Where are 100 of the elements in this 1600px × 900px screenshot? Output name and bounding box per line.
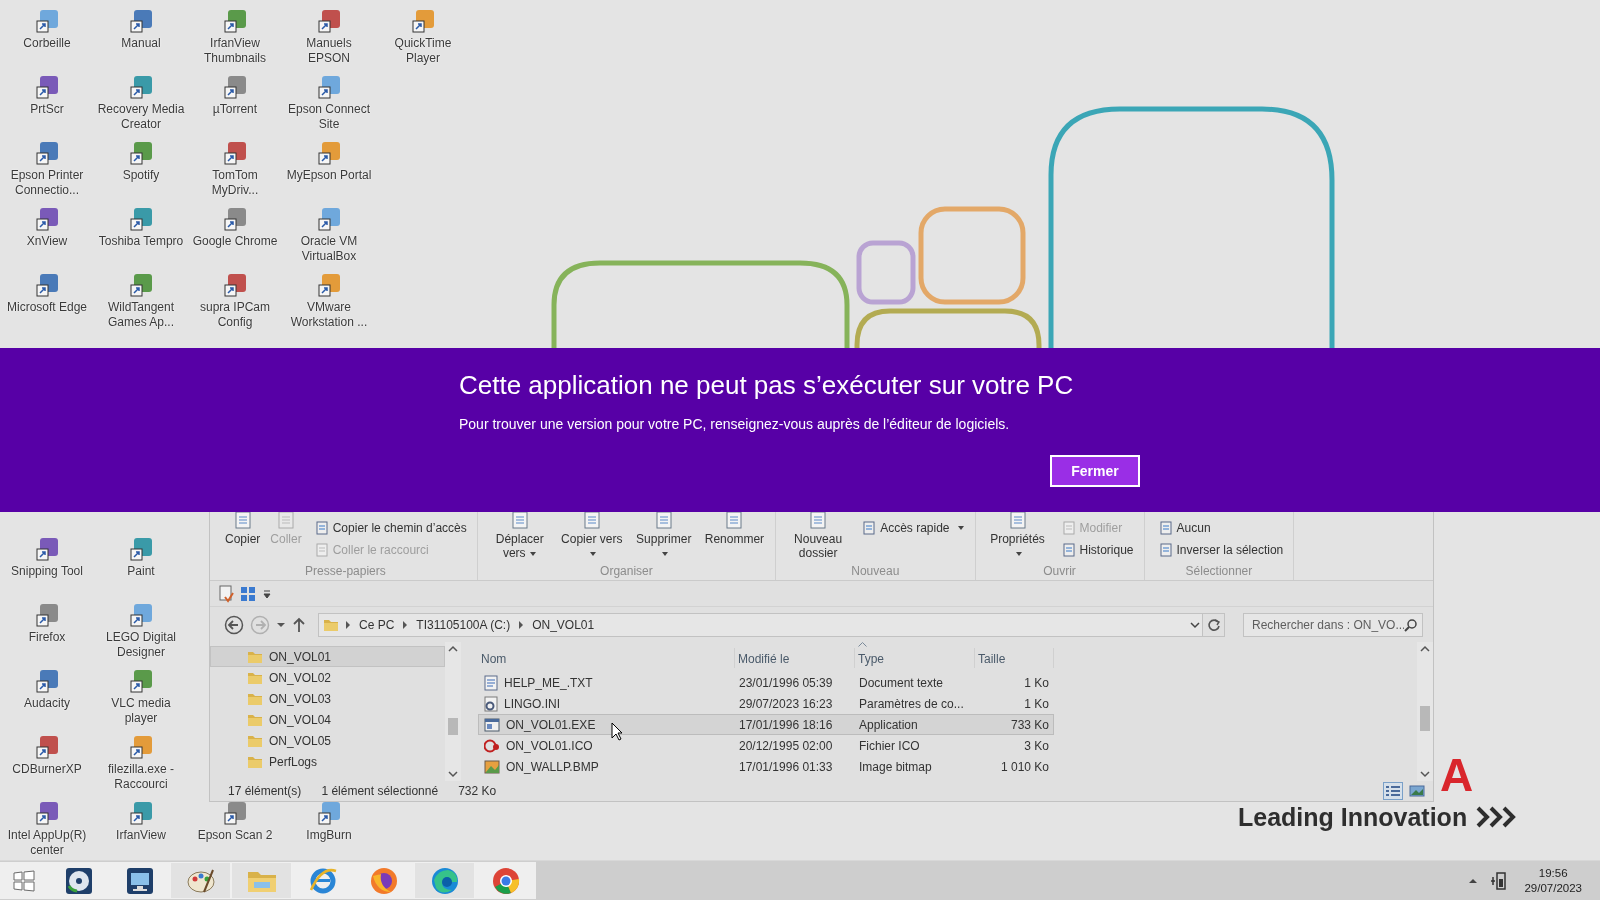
scrollbar-thumb[interactable]	[448, 718, 458, 735]
desktop-shortcut[interactable]: IrfanView	[94, 798, 188, 843]
monitor-icon	[124, 865, 155, 896]
file-row[interactable]: ON_WALLP.BMP 17/01/1996 01:33 Image bitmap 1 010 Ko	[478, 756, 1054, 777]
desktop-shortcut[interactable]: IrfanView Thumbnails	[188, 6, 282, 66]
desktop-shortcut[interactable]: ImgBurn	[282, 798, 376, 843]
nav-item[interactable]: ON_VOL04	[210, 709, 445, 730]
column-header[interactable]: Nom	[478, 648, 735, 668]
desktop-shortcut[interactable]: QuickTime Player	[376, 6, 470, 66]
grid-icon[interactable]	[240, 585, 256, 602]
desktop-shortcut[interactable]: Epson Scan 2	[188, 798, 282, 843]
search-field[interactable]: Rechercher dans : ON_VO...	[1243, 612, 1423, 637]
file-row[interactable]: HELP_ME_.TXT 23/01/1996 05:39 Document texte 1 Ko	[478, 672, 1054, 693]
desktop-shortcut[interactable]: Microsoft Edge	[0, 270, 94, 315]
scrollbar-thumb[interactable]	[1420, 706, 1430, 731]
shortcut-icon	[316, 8, 342, 34]
close-button[interactable]: Fermer	[1050, 455, 1140, 487]
view-button[interactable]	[1407, 782, 1427, 800]
desktop-shortcut[interactable]: Recovery Media Creator	[94, 72, 188, 132]
shortcut-icon	[34, 206, 60, 232]
desktop-shortcut[interactable]: MyEpson Portal	[282, 138, 376, 183]
ribbon-button[interactable]: Propriétés	[983, 512, 1052, 560]
desktop-shortcut[interactable]: XnView	[0, 204, 94, 249]
view-button[interactable]	[1383, 782, 1403, 800]
breadcrumb[interactable]: ON_VOL01	[530, 617, 597, 632]
page-check-icon[interactable]	[218, 584, 234, 603]
nav-item[interactable]: ON_VOL03	[210, 688, 445, 709]
ribbon-group-label: Nouveau	[850, 564, 901, 580]
shortcut-icon	[316, 74, 342, 100]
ribbon-button[interactable]: Supprimer	[629, 512, 698, 560]
column-header[interactable]: Type	[855, 648, 975, 668]
ribbon-button[interactable]: Historique	[1059, 542, 1136, 558]
nav-item[interactable]: ON_VOL05	[210, 730, 445, 751]
shortcut-icon	[222, 206, 248, 232]
desktop-shortcut[interactable]: Oracle VM VirtualBox	[282, 204, 376, 264]
desktop-shortcut[interactable]: PrtScr	[0, 72, 94, 117]
desktop-shortcut[interactable]: Spotify	[94, 138, 188, 183]
desktop-shortcut[interactable]: Paint	[94, 534, 188, 579]
ribbon-button[interactable]: Copier	[222, 512, 264, 546]
ribbon-group-label: Presse-papiers	[304, 564, 387, 580]
taskbar-button[interactable]	[353, 862, 414, 899]
shortcut-icon	[34, 668, 60, 694]
desktop-shortcut[interactable]: Firefox	[0, 600, 94, 645]
shortcut-icon	[128, 536, 154, 562]
start-button[interactable]	[0, 862, 48, 899]
chevron-up-icon[interactable]	[1468, 876, 1479, 885]
file-row[interactable]: ON_VOL01.EXE 17/01/1996 18:16 Application 733 Ko	[478, 714, 1054, 735]
dropdown-icon[interactable]	[1188, 619, 1202, 630]
desktop-shortcut[interactable]: filezilla.exe - Raccourci	[94, 732, 188, 792]
desktop-shortcut[interactable]: Snipping Tool	[0, 534, 94, 579]
shortcut-icon	[316, 800, 342, 826]
column-header[interactable]: Modifié le	[735, 648, 855, 668]
desktop-shortcut[interactable]: LEGO Digital Designer	[94, 600, 188, 660]
taskbar-button[interactable]	[414, 862, 475, 899]
chevron-icon	[345, 620, 351, 629]
desktop-shortcut[interactable]: Manuels EPSON	[282, 6, 376, 66]
ribbon-button[interactable]: Copier le chemin d’accès	[312, 520, 469, 536]
ribbon-button[interactable]: Renommer	[701, 512, 768, 546]
desktop-shortcut[interactable]: VMware Workstation ...	[282, 270, 376, 330]
page-icon	[862, 521, 877, 535]
desktop-shortcut[interactable]: supra IPCam Config	[188, 270, 282, 330]
file-row[interactable]: LINGO.INI 29/07/2023 16:23 Paramètres de co... 1 Ko	[478, 693, 1054, 714]
desktop-shortcut[interactable]: Corbeille	[0, 6, 94, 51]
nav-item[interactable]: ON_VOL02	[210, 667, 445, 688]
breadcrumb[interactable]: TI31105100A (C:)	[414, 617, 513, 632]
caret-icon[interactable]	[262, 587, 272, 600]
desktop-shortcut[interactable]: WildTangent Games Ap...	[94, 270, 188, 330]
chevron-icon	[402, 620, 409, 629]
page-icon	[1158, 521, 1173, 535]
shortcut-icon	[34, 602, 60, 628]
desktop-shortcut[interactable]: Audacity	[0, 666, 94, 711]
desktop-shortcut[interactable]: Intel AppUp(R) center	[0, 798, 94, 858]
breadcrumb[interactable]: Ce PC	[357, 617, 397, 632]
nav-item[interactable]: ON_VOL01	[210, 646, 445, 667]
desktop-shortcut[interactable]: Epson Connect Site	[282, 72, 376, 132]
ribbon-button[interactable]: Aucun	[1156, 520, 1286, 536]
desktop-shortcut[interactable]: Epson Printer Connectio...	[0, 138, 94, 198]
taskbar-button[interactable]	[109, 862, 170, 899]
ribbon-button[interactable]: Inverser la sélection	[1156, 542, 1286, 558]
desktop-shortcut[interactable]: CDBurnerXP	[0, 732, 94, 777]
taskbar-button[interactable]	[170, 862, 231, 899]
column-header[interactable]: Taille	[975, 648, 1054, 668]
desktop-shortcut[interactable]: Manual	[94, 6, 188, 51]
shortcut-icon	[128, 734, 154, 760]
refresh-button[interactable]	[1203, 612, 1225, 637]
file-name: LINGO.INI	[504, 696, 560, 711]
desktop-shortcut[interactable]: VLC media player	[94, 666, 188, 726]
ribbon-button[interactable]: Accès rapide	[860, 520, 967, 536]
desktop-shortcut[interactable]: Google Chrome	[188, 204, 282, 249]
ribbon-button[interactable]: Déplacer vers	[485, 512, 554, 560]
ribbon-button[interactable]: Copier vers	[557, 512, 626, 560]
edge-icon	[429, 865, 460, 896]
desktop-shortcut[interactable]: Toshiba Tempro	[94, 204, 188, 249]
desktop-shortcut[interactable]: TomTom MyDriv...	[188, 138, 282, 198]
taskbar-clock[interactable]: 19:56 29/07/2023	[1520, 865, 1586, 896]
file-row[interactable]: ON_VOL01.ICO 20/12/1995 02:00 Fichier ICO 3 Ko	[478, 735, 1054, 756]
desktop-shortcut[interactable]: µTorrent	[188, 72, 282, 117]
power-icon[interactable]	[1490, 870, 1509, 891]
ribbon-button[interactable]: Nouveau dossier	[784, 512, 853, 560]
nav-item[interactable]: PerfLogs	[210, 751, 445, 772]
